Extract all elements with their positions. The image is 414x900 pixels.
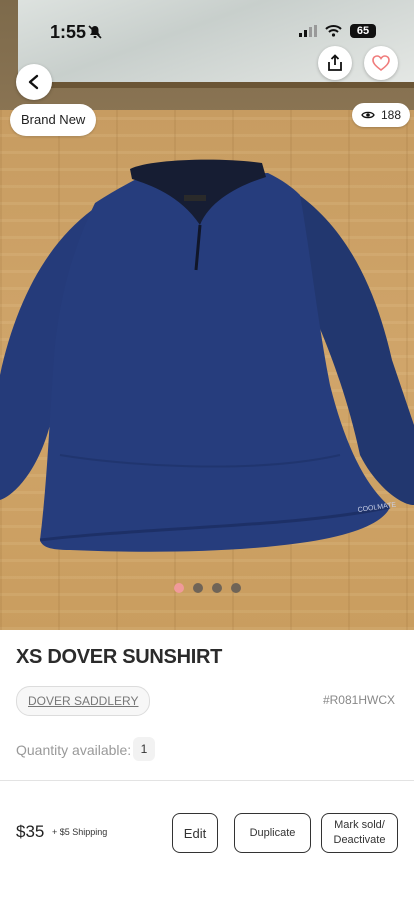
listing-price: $35 [16, 822, 45, 841]
image-carousel-dots[interactable] [0, 583, 414, 593]
carousel-dot[interactable] [211, 583, 222, 593]
like-button[interactable] [364, 46, 398, 80]
listing-sku: #R081HWCX [322, 693, 395, 707]
shirt-image: COOLMATE [0, 159, 414, 552]
heart-icon [372, 55, 390, 71]
wifi-icon [325, 25, 342, 37]
condition-badge: Brand New [10, 104, 97, 136]
listing-title: XS DOVER SUNSHIRT [16, 646, 223, 668]
product-photo[interactable]: COOLMATE [0, 0, 414, 630]
views-count: 188 [381, 108, 402, 122]
quantity-label: Quantity available: [16, 742, 132, 758]
views-badge: 188 [352, 103, 411, 127]
brand-link[interactable]: DOVER SADDLERY [16, 686, 151, 716]
edit-button[interactable]: Edit [172, 813, 218, 853]
battery-icon: 65 [350, 24, 376, 38]
carousel-dot[interactable] [173, 583, 184, 593]
cellular-signal-icon [299, 25, 317, 37]
shipping-cost: + $5 Shipping [52, 827, 108, 837]
chevron-left-icon [28, 74, 39, 90]
mark-sold-button[interactable]: Mark sold/ Deactivate [321, 813, 398, 853]
carousel-dot[interactable] [192, 583, 203, 593]
status-time: 1:55 [50, 22, 87, 42]
eye-icon [361, 111, 375, 119]
status-bar: 1:55 65 [0, 0, 414, 60]
quantity-value: 1 [133, 737, 155, 761]
divider [0, 780, 414, 781]
bell-muted-icon [88, 25, 102, 39]
share-button[interactable] [318, 46, 352, 80]
back-button[interactable] [16, 64, 52, 100]
duplicate-button[interactable]: Duplicate [234, 813, 311, 853]
carousel-dot[interactable] [230, 583, 241, 593]
share-icon [328, 54, 342, 71]
